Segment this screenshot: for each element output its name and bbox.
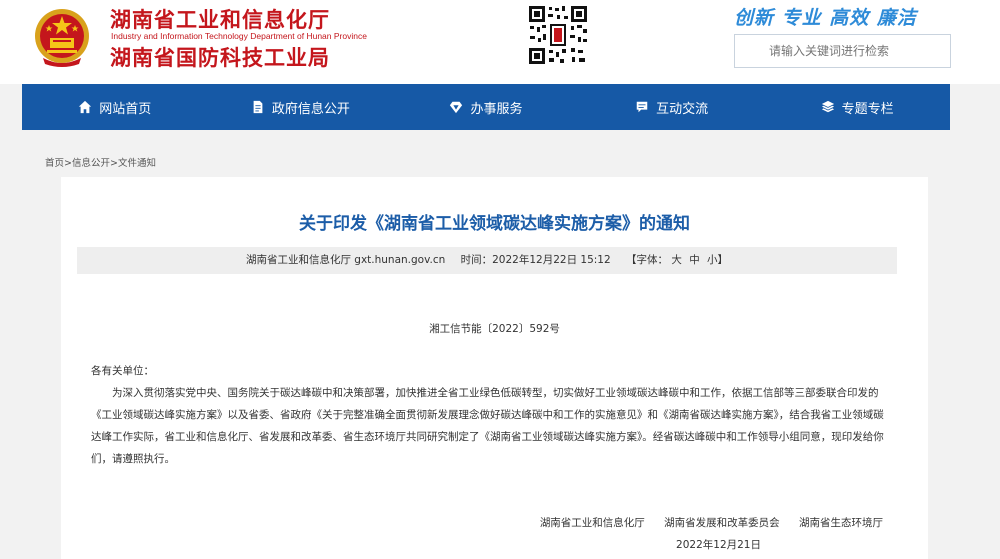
org-name-sub: 湖南省国防科技工业局 [110,46,330,70]
article-panel: 关于印发《湖南省工业领域碳达峰实施方案》的通知 湖南省工业和信息化厅 gxt.h… [61,177,928,559]
font-size-small[interactable]: 小 [707,254,718,266]
org-name: 湖南省工业和信息化厅 [110,8,330,32]
breadcrumb: 首页>信息公开>文件通知 [45,155,156,169]
document-number: 湘工信节能〔2022〕592号 [429,323,560,335]
site-header: 湖南省工业和信息化厅 Industry and Information Tech… [0,0,1000,84]
layers-icon [821,100,834,113]
diamond-icon [450,101,463,114]
signers: 湖南省工业和信息化厅 湖南省发展和改革委员会 湖南省生态环境厅 [61,515,883,530]
qr-code-icon [527,4,589,66]
signer: 湖南省生态环境厅 [799,517,883,529]
breadcrumb-separator: > [110,158,118,169]
nav-item-label: 互动交流 [656,101,709,117]
breadcrumb-home[interactable]: 首页 [45,158,64,169]
breadcrumb-notices[interactable]: 文件通知 [118,158,156,169]
slogan: 创新 专业 高效 廉洁 [734,7,917,29]
article-time: 时间：2022年12月22日 15:12 [460,254,611,266]
article-title: 关于印发《湖南省工业领域碳达峰实施方案》的通知 [299,214,690,234]
nav-item-home[interactable]: 网站首页 [22,98,208,117]
font-size-large[interactable]: 大 [671,254,682,266]
article-meta: 湖南省工业和信息化厅 gxt.hunan.gov.cn 时间：2022年12月2… [77,247,897,274]
article-source: 湖南省工业和信息化厅 gxt.hunan.gov.cn [245,254,446,266]
font-size-label: 【字体： [626,254,669,266]
article-body: 为深入贯彻落实党中央、国务院关于碳达峰碳中和决策部署，加快推进全省工业绿色低碳转… [91,387,884,465]
nav-item-label: 政府信息公开 [271,101,350,117]
signer: 湖南省工业和信息化厅 [539,517,645,529]
document-icon [253,100,263,114]
font-size-medium[interactable]: 中 [689,254,700,266]
nav-item-label: 专题专栏 [841,101,894,117]
home-icon [79,100,92,114]
national-emblem-icon [35,9,89,67]
main-nav: 网站首页 政府信息公开 办事服务 互动交流 专题专栏 [22,84,950,130]
nav-item-label: 办事服务 [470,101,523,117]
search-input[interactable] [734,34,951,68]
nav-item-label: 网站首页 [99,101,152,117]
nav-item-services[interactable]: 办事服务 [393,98,579,117]
font-size-close: 】 [717,254,729,266]
document-date: 2022年12月21日 [676,539,761,551]
nav-item-gov-info[interactable]: 政府信息公开 [208,98,394,117]
nav-item-interaction[interactable]: 互动交流 [579,98,765,117]
message-icon [636,101,648,113]
nav-item-topics[interactable]: 专题专栏 [764,98,950,117]
breadcrumb-separator: > [64,158,72,169]
signer: 湖南省发展和改革委员会 [664,517,780,529]
breadcrumb-info[interactable]: 信息公开 [72,158,110,169]
org-name-english: Industry and Information Technology Depa… [111,31,367,41]
greeting: 各有关单位： [91,365,154,377]
